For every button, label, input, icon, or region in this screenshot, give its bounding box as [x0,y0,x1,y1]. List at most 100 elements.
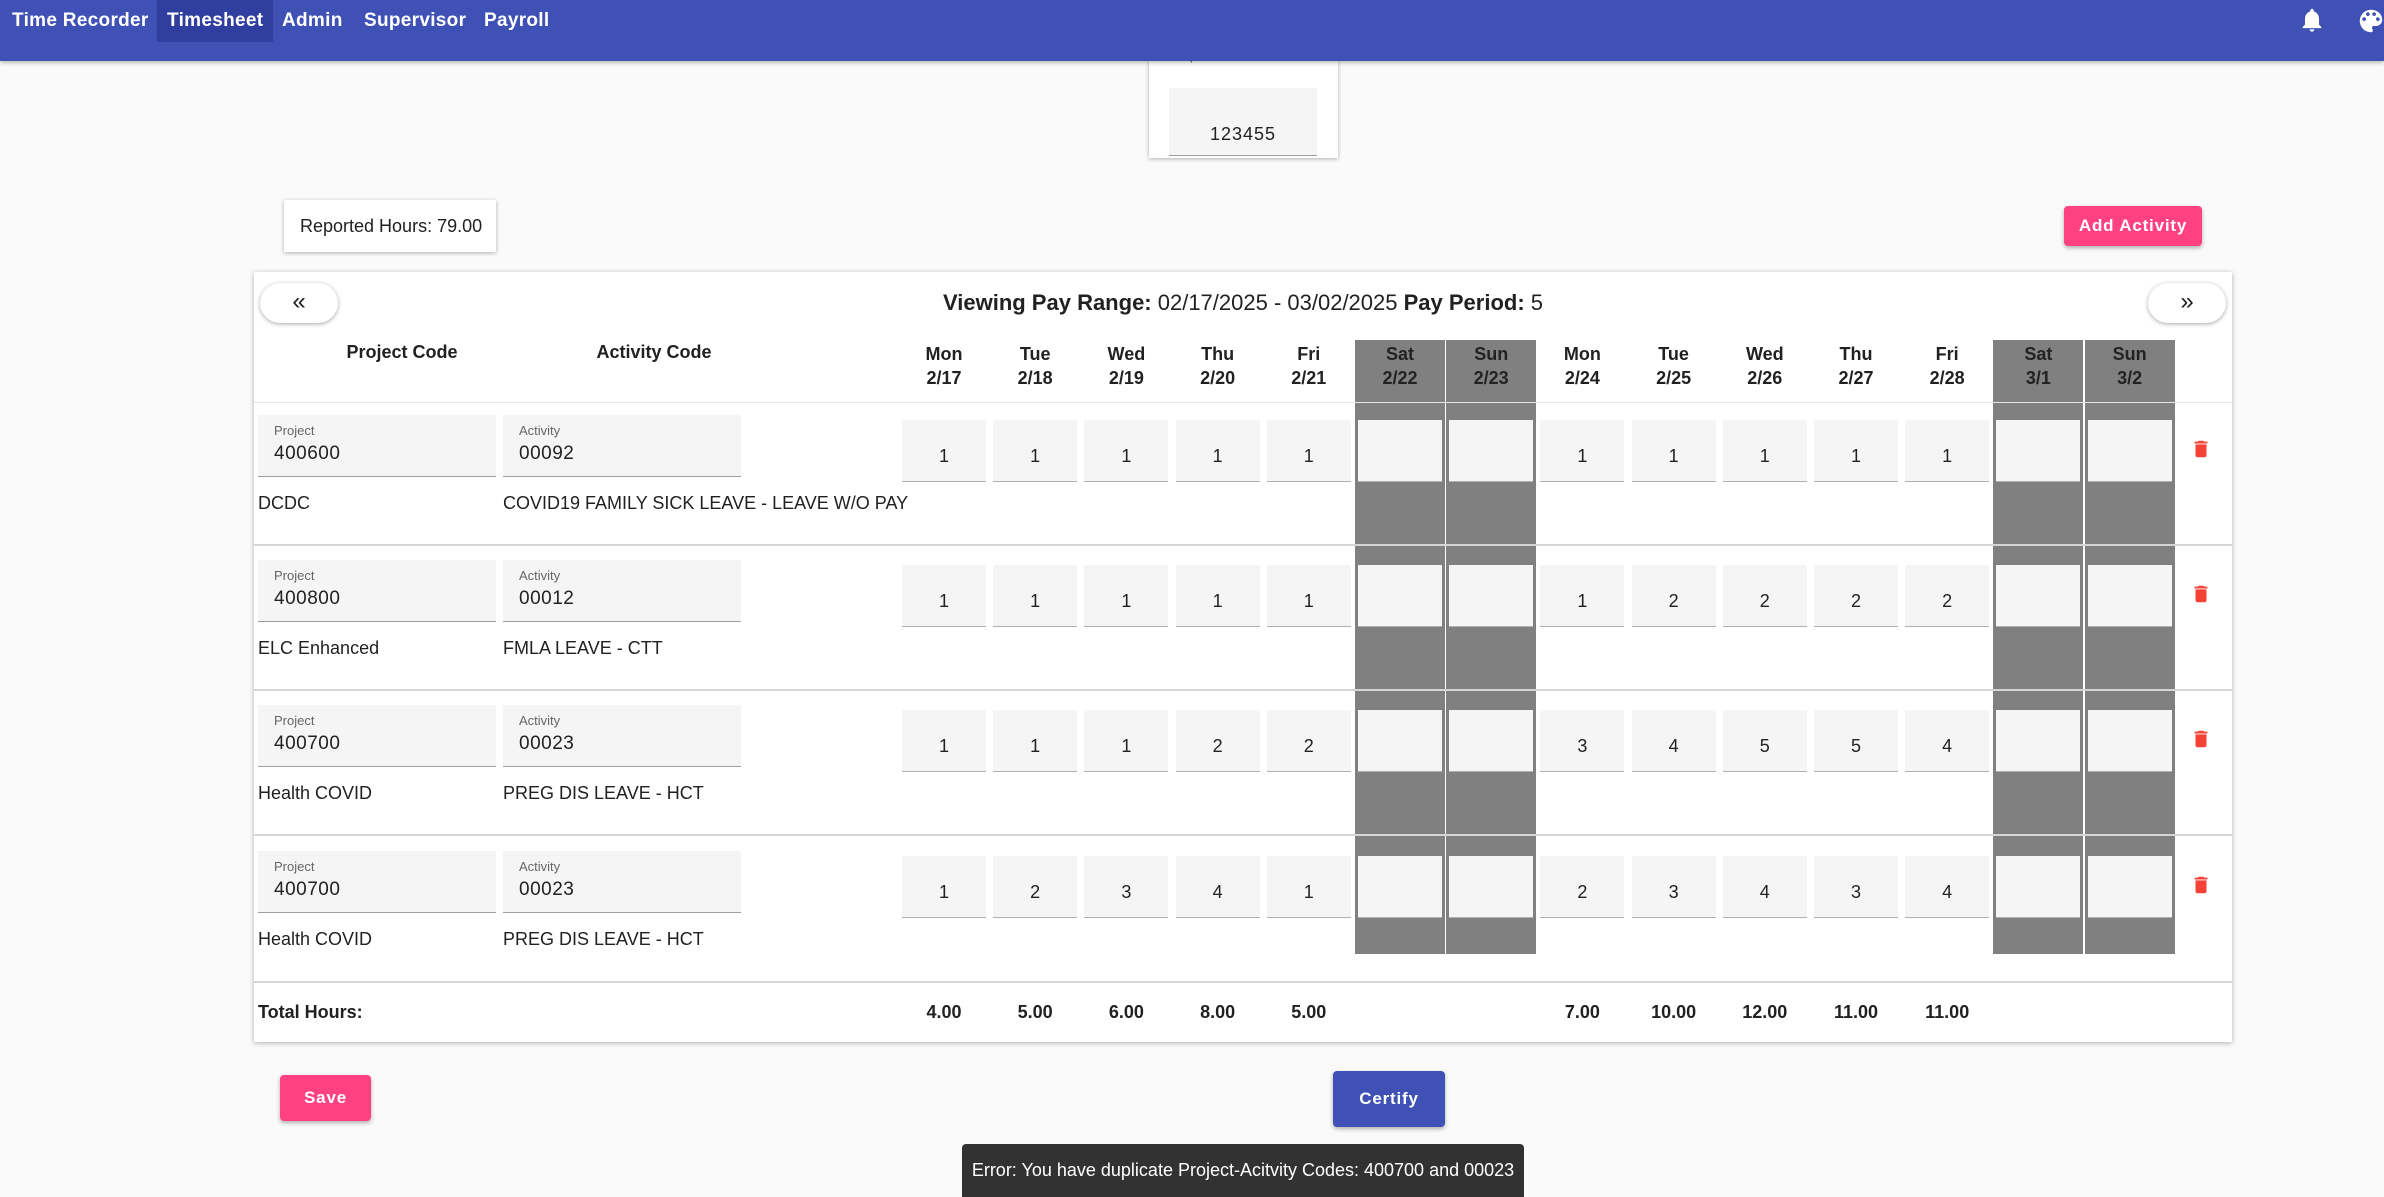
hours-input[interactable]: 1 [993,710,1078,772]
hours-input[interactable] [1449,710,1534,772]
nav-item-supervisor[interactable]: Supervisor [354,0,476,42]
hours-input[interactable]: 1 [902,710,986,772]
activity-name: COVID19 FAMILY SICK LEAVE - LEAVE W/O PA… [503,493,909,513]
day-header: Wed 2/26 [1720,342,1810,390]
hours-input[interactable]: 5 [1814,710,1898,772]
activity-field-label: Activity [519,859,561,874]
hours-input[interactable]: 1 [1266,856,1351,918]
hours-input[interactable] [1449,420,1534,482]
hours-input[interactable]: 1 [1084,565,1169,627]
hours-input[interactable]: 4 [1905,710,1990,772]
daily-total: 5.00 [1291,1002,1327,1022]
hours-input[interactable]: 3 [1084,856,1169,918]
project-code-value: 400600 [274,443,341,464]
nav-item-time-recorder[interactable]: Time Recorder [2,0,159,42]
hours-input[interactable] [1449,856,1534,918]
project-field[interactable]: Project 400700 [258,705,496,767]
nav-item-payroll[interactable]: Payroll [474,0,559,42]
day-header: Tue 2/25 [1629,342,1719,390]
hours-input[interactable]: 1 [1540,565,1625,627]
hours-input[interactable]: 2 [1814,565,1898,627]
day-of-week: Sat [1385,344,1414,364]
hours-input[interactable] [1358,565,1442,627]
delete-row-icon[interactable] [2190,872,2212,898]
hours-input[interactable]: 1 [1084,710,1169,772]
hours-input[interactable]: 3 [1540,710,1625,772]
hours-input[interactable]: 4 [1631,710,1716,772]
activity-field[interactable]: Activity 00012 [503,560,741,622]
hours-input[interactable]: 2 [1540,856,1625,918]
hours-input[interactable]: 4 [1905,856,1990,918]
day-of-week: Thu [1201,344,1235,364]
project-field[interactable]: Project 400600 [258,415,496,477]
certify-button[interactable]: Certify [1333,1071,1445,1127]
hours-input[interactable] [1996,710,2081,772]
day-header: Thu 2/27 [1811,342,1901,390]
hours-input[interactable]: 2 [1905,565,1990,627]
hours-input[interactable]: 1 [1540,420,1625,482]
hours-input[interactable]: 2 [1722,565,1807,627]
hours-input[interactable]: 1 [902,420,986,482]
hours-input[interactable]: 4 [1722,856,1807,918]
hours-input[interactable]: 1 [993,420,1078,482]
nav-item-admin[interactable]: Admin [272,0,353,42]
hours-input[interactable] [2087,710,2172,772]
day-date: 2/28 [1929,368,1965,388]
day-date: 2/20 [1200,368,1236,388]
hours-input[interactable] [1996,856,2081,918]
project-name: Health COVID [258,929,373,949]
activity-field[interactable]: Activity 00023 [503,705,741,767]
palette-icon[interactable] [2356,6,2384,36]
activity-field[interactable]: Activity 00023 [503,851,741,913]
hours-input[interactable]: 5 [1722,710,1807,772]
day-date: 2/22 [1382,368,1418,388]
hours-input[interactable]: 1 [1266,420,1351,482]
hours-input[interactable]: 1 [1814,420,1898,482]
hours-input[interactable]: 1 [1905,420,1990,482]
delete-row-icon[interactable] [2190,436,2212,462]
activity-field[interactable]: Activity 00092 [503,415,741,477]
hours-input[interactable]: 1 [902,856,986,918]
hours-input[interactable]: 2 [1631,565,1716,627]
hours-input[interactable] [1996,565,2081,627]
department-code-field[interactable]: 123455 [1169,88,1317,156]
day-header: Mon 2/17 [899,342,989,390]
project-field[interactable]: Project 400700 [258,851,496,913]
nav-item-timesheet[interactable]: Timesheet [157,0,274,42]
hours-input[interactable]: 1 [1631,420,1716,482]
delete-row-icon[interactable] [2190,726,2212,752]
hours-input[interactable] [2087,856,2172,918]
hours-input[interactable]: 2 [1266,710,1351,772]
project-field[interactable]: Project 400800 [258,560,496,622]
save-button[interactable]: Save [280,1075,371,1121]
hours-input[interactable]: 1 [1175,565,1260,627]
hours-input[interactable] [1358,856,1442,918]
hours-input[interactable]: 2 [993,856,1078,918]
hours-input[interactable]: 1 [902,565,986,627]
hours-input[interactable]: 1 [1084,420,1169,482]
hours-input[interactable]: 2 [1175,710,1260,772]
activity-name: FMLA LEAVE - CTT [503,638,663,658]
hours-input[interactable] [1358,420,1442,482]
hours-input[interactable] [2087,565,2172,627]
hours-input[interactable] [1996,420,2081,482]
hours-input[interactable]: 1 [1175,420,1260,482]
hours-input[interactable]: 1 [1722,420,1807,482]
day-header: Sun 3/2 [2085,342,2175,390]
hours-input[interactable] [2087,420,2172,482]
hours-input[interactable]: 4 [1175,856,1260,918]
add-activity-button[interactable]: Add Activity [2064,206,2202,246]
bell-icon[interactable] [2298,6,2326,34]
delete-row-icon[interactable] [2190,581,2212,607]
day-header: Thu 2/20 [1173,342,1263,390]
hours-input[interactable]: 1 [993,565,1078,627]
hours-input[interactable] [1358,710,1442,772]
department-code-value: 123455 [1209,124,1277,144]
pay-range-value: 02/17/2025 - 03/02/2025 [1151,290,1404,315]
daily-total: 11.00 [1925,1002,1970,1022]
hours-input[interactable]: 3 [1814,856,1898,918]
hours-input[interactable]: 3 [1631,856,1716,918]
hours-input[interactable] [1449,565,1534,627]
hours-input[interactable]: 1 [1266,565,1351,627]
activity-name: PREG DIS LEAVE - HCT [503,929,704,949]
